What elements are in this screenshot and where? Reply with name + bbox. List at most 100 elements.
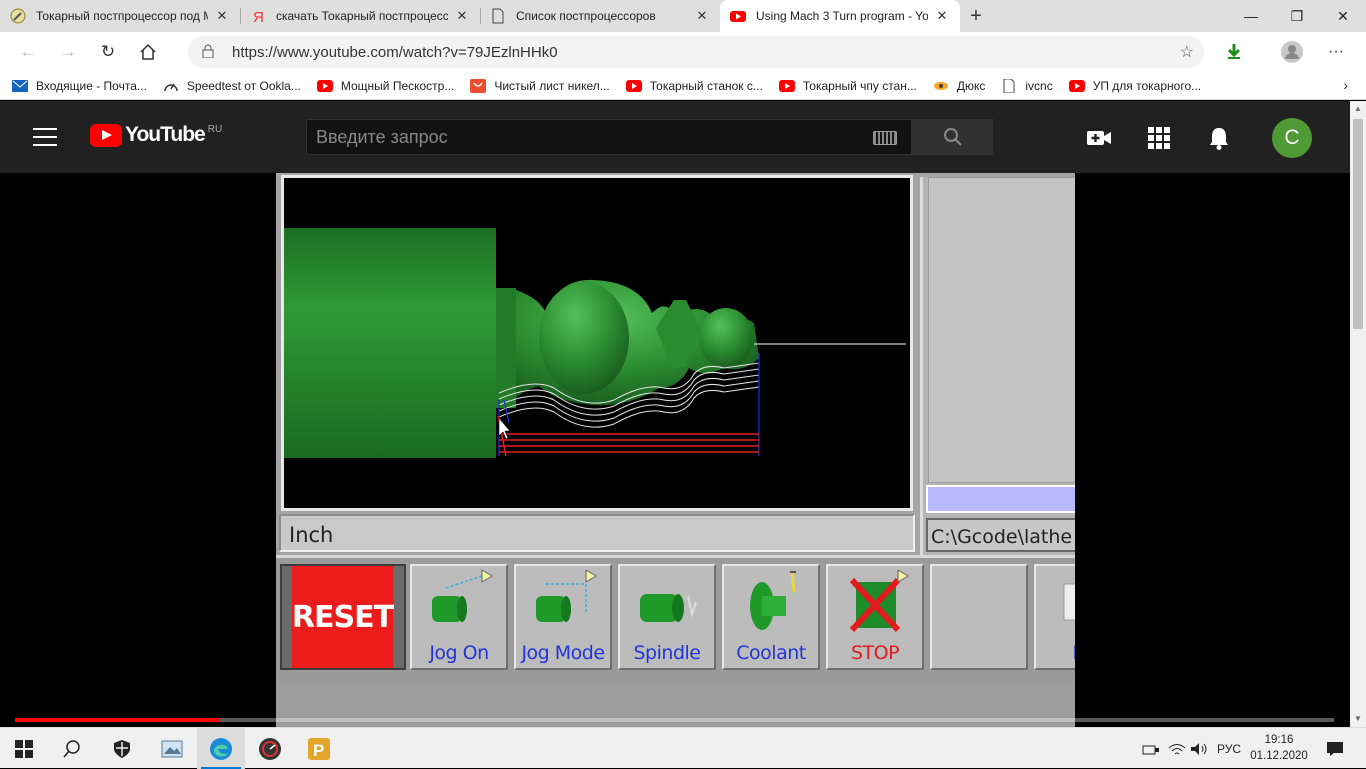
volume-icon[interactable]	[1188, 728, 1210, 769]
favorite-star-icon[interactable]: ☆	[1180, 42, 1194, 62]
units-label: Inch	[289, 523, 334, 547]
speedtest-icon	[163, 79, 179, 93]
button-label: Jog Mode	[521, 642, 605, 664]
p-app-icon[interactable]: P	[295, 728, 343, 769]
language-indicator[interactable]: РУС	[1214, 728, 1244, 769]
hamburger-menu-icon[interactable]	[33, 128, 57, 146]
bookmarks-bar: Входящие - Почта... Speedtest от Ookla..…	[0, 72, 1366, 100]
scroll-thumb[interactable]	[1353, 119, 1363, 329]
notification-center-icon[interactable]	[1322, 728, 1348, 769]
jog-icon	[432, 569, 493, 622]
youtube-play-icon	[90, 123, 122, 147]
button-label: Lo	[1036, 642, 1075, 664]
bookmark-item[interactable]: Токарный чпу стан...	[778, 78, 917, 93]
coolant-button: Coolant	[722, 564, 820, 670]
toolpath-display	[281, 175, 913, 511]
apps-grid-icon[interactable]	[1146, 125, 1172, 151]
url-field[interactable]: https://www.youtube.com/watch?v=79JEzlnH…	[188, 36, 1204, 68]
country-code: RU	[207, 124, 223, 135]
edge-browser-icon[interactable]	[197, 728, 245, 769]
video-progress-bar[interactable]	[15, 718, 1334, 722]
bookmark-item[interactable]: Токарный станок с...	[625, 78, 763, 93]
button-label: Coolant	[736, 642, 806, 664]
bookmark-label: Дюкс	[956, 78, 986, 93]
avatar[interactable]: С	[1272, 118, 1312, 158]
control-button-row: RESET Jog On Jog Mode Spindle Coolant ST…	[276, 555, 1075, 727]
restore-icon[interactable]: ❐	[1274, 0, 1320, 32]
bookmark-label: Чистый лист никел...	[494, 78, 610, 93]
file-path-field: C:\Gcode\lathe	[926, 518, 1075, 552]
page-scrollbar[interactable]: ▲ ▼	[1350, 101, 1366, 727]
youtube-icon	[778, 79, 795, 93]
search-button[interactable]	[912, 119, 993, 155]
button-label: Spindle	[633, 642, 701, 664]
bookmark-item[interactable]: Дюкс	[933, 78, 986, 93]
page-favicon-icon	[490, 8, 506, 24]
bookmark-label: Токарный чпу стан...	[802, 78, 917, 93]
scroll-down-icon[interactable]: ▼	[1350, 711, 1366, 727]
search-taskbar-icon[interactable]	[48, 728, 96, 769]
stop-icon	[849, 569, 909, 633]
download-icon[interactable]	[1214, 36, 1254, 68]
spindle-icon	[640, 594, 697, 622]
home-icon[interactable]	[128, 36, 168, 68]
bookmark-item[interactable]: Входящие - Почта...	[12, 79, 147, 93]
close-window-icon[interactable]: ✕	[1320, 0, 1366, 32]
close-tab-icon[interactable]: ✕	[694, 8, 710, 24]
notifications-bell-icon[interactable]	[1206, 125, 1232, 151]
scroll-up-icon[interactable]: ▲	[1350, 101, 1366, 117]
svg-text:P: P	[313, 741, 324, 760]
load-button: Lo	[1034, 564, 1075, 670]
security-shield-icon[interactable]	[98, 728, 146, 769]
bookmark-item[interactable]: ivcnc	[1001, 78, 1053, 93]
jog-mode-button: Jog Mode	[514, 564, 612, 670]
forward-icon[interactable]: →	[48, 36, 88, 68]
lathe-simulation-graphic	[284, 228, 906, 458]
app-dial-icon[interactable]	[246, 728, 294, 769]
stop-button: STOP	[826, 564, 924, 670]
start-button[interactable]	[0, 728, 48, 769]
youtube-logo[interactable]: YouTube RU	[90, 123, 222, 147]
units-indicator: Inch	[279, 514, 915, 552]
search-input[interactable]	[307, 120, 911, 154]
wifi-icon[interactable]	[1166, 728, 1188, 769]
refresh-icon[interactable]: ↻	[88, 36, 128, 68]
minimize-icon[interactable]: —	[1228, 0, 1274, 32]
search-box	[306, 119, 912, 155]
video-progress-played	[15, 718, 220, 722]
spindle-button: Spindle	[618, 564, 716, 670]
browser-tab-2[interactable]: Я скачать Токарный постпроцессор ✕	[240, 0, 480, 32]
keyboard-icon[interactable]	[873, 131, 897, 145]
window-controls: — ❐ ✕	[1228, 0, 1366, 32]
video-player[interactable]: Inch C:\Gcode\lathe RESET Jog On Jog Mod…	[0, 173, 1350, 727]
browser-tab-4[interactable]: Using Mach 3 Turn program - YouTube ✕	[720, 0, 960, 32]
chevron-right-icon[interactable]: ›	[1343, 77, 1348, 93]
button-label: STOP	[850, 642, 900, 664]
close-tab-icon[interactable]: ✕	[934, 8, 950, 24]
create-video-icon[interactable]	[1086, 125, 1112, 151]
tab-title: Using Mach 3 Turn program - YouTube	[756, 9, 928, 23]
system-clock[interactable]: 19:16 01.12.2020	[1244, 732, 1314, 764]
clock-date: 01.12.2020	[1250, 750, 1308, 762]
bookmark-label: Токарный станок с...	[649, 78, 763, 93]
lock-icon	[202, 44, 232, 61]
blank-button	[930, 564, 1028, 670]
profile-icon[interactable]	[1272, 36, 1312, 68]
network-ethernet-icon[interactable]	[1140, 728, 1162, 769]
bookmark-item[interactable]: Мощный Пескостр...	[316, 79, 454, 93]
photos-app-icon[interactable]	[148, 728, 196, 769]
back-icon[interactable]: ←	[8, 36, 48, 68]
bookmark-item[interactable]: УП для токарного...	[1068, 79, 1201, 93]
close-tab-icon[interactable]: ✕	[214, 8, 230, 24]
youtube-icon	[1068, 79, 1085, 93]
browser-tab-1[interactable]: Токарный постпроцессор под Mach3 ✕	[0, 0, 240, 32]
browser-tab-3[interactable]: Список постпроцессоров ✕	[480, 0, 720, 32]
close-tab-icon[interactable]: ✕	[454, 8, 470, 24]
new-tab-button[interactable]: +	[960, 0, 992, 32]
video-frame: Inch C:\Gcode\lathe RESET Jog On Jog Mod…	[276, 173, 1075, 727]
svg-text:Я: Я	[253, 9, 264, 24]
address-bar: ← → ↻ https://www.youtube.com/watch?v=79…	[0, 32, 1366, 72]
bookmark-item[interactable]: Speedtest от Ookla...	[163, 79, 301, 93]
more-menu-icon[interactable]: ···	[1316, 36, 1356, 68]
bookmark-item[interactable]: Чистый лист никел...	[470, 78, 610, 93]
